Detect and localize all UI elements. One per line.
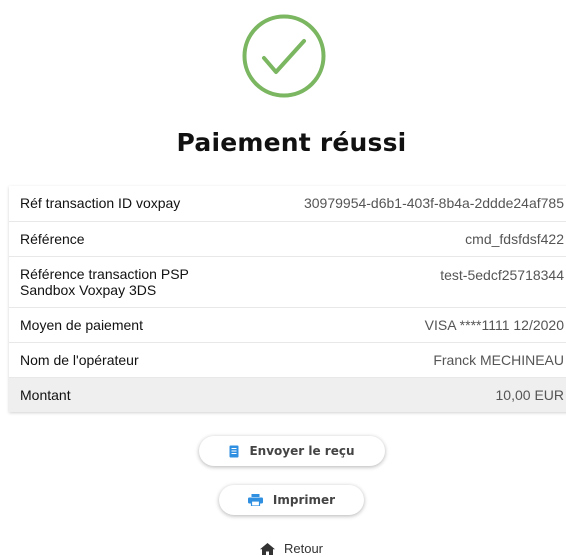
table-row: Moyen de paiement VISA ****1111 12/2020 (9, 306, 566, 342)
send-receipt-button[interactable]: Envoyer le reçu (199, 436, 385, 466)
table-row: Référence transaction PSP Sandbox Voxpay… (9, 255, 566, 307)
table-row-total: Montant 10,00 EUR (9, 376, 566, 412)
success-check-circle-icon (242, 14, 326, 98)
row-label-line: Sandbox Voxpay 3DS (20, 281, 157, 298)
table-row: Nom de l'opérateur Franck MECHINEAU (9, 341, 566, 377)
print-label: Imprimer (272, 493, 336, 507)
row-label: Nom de l'opérateur (9, 341, 238, 377)
row-value: 10,00 EUR (237, 376, 566, 412)
row-value: cmd_fdsfdsf422 (237, 220, 566, 256)
table-row: Réf transaction ID voxpay 30979954-d6b1-… (9, 186, 566, 221)
send-receipt-label: Envoyer le reçu (249, 444, 355, 458)
row-value: Franck MECHINEAU (237, 341, 566, 377)
row-label: Référence (9, 220, 238, 256)
row-label: Moyen de paiement (9, 306, 238, 342)
row-label-line: Référence transaction PSP (20, 265, 189, 282)
row-value: VISA ****1111 12/2020 (237, 306, 566, 342)
home-icon (259, 542, 275, 555)
table-row: Référence cmd_fdsfdsf422 (9, 220, 566, 256)
transaction-details-table: Réf transaction ID voxpay 30979954-d6b1-… (9, 186, 566, 412)
print-button[interactable]: Imprimer (219, 485, 364, 515)
printer-icon (247, 494, 263, 506)
row-label: Référence transaction PSP Sandbox Voxpay… (9, 255, 238, 307)
row-label: Montant (9, 376, 238, 412)
row-value: test-5edcf25718344 (237, 255, 566, 307)
back-label: Retour (283, 541, 324, 556)
row-value: 30979954-d6b1-403f-8b4a-2ddde24af785 (303, 195, 564, 212)
receipt-icon (229, 445, 239, 458)
row-label: Réf transaction ID voxpay (20, 195, 181, 212)
page-title: Paiement réussi (176, 128, 407, 157)
back-link[interactable]: Retour (0, 541, 566, 556)
